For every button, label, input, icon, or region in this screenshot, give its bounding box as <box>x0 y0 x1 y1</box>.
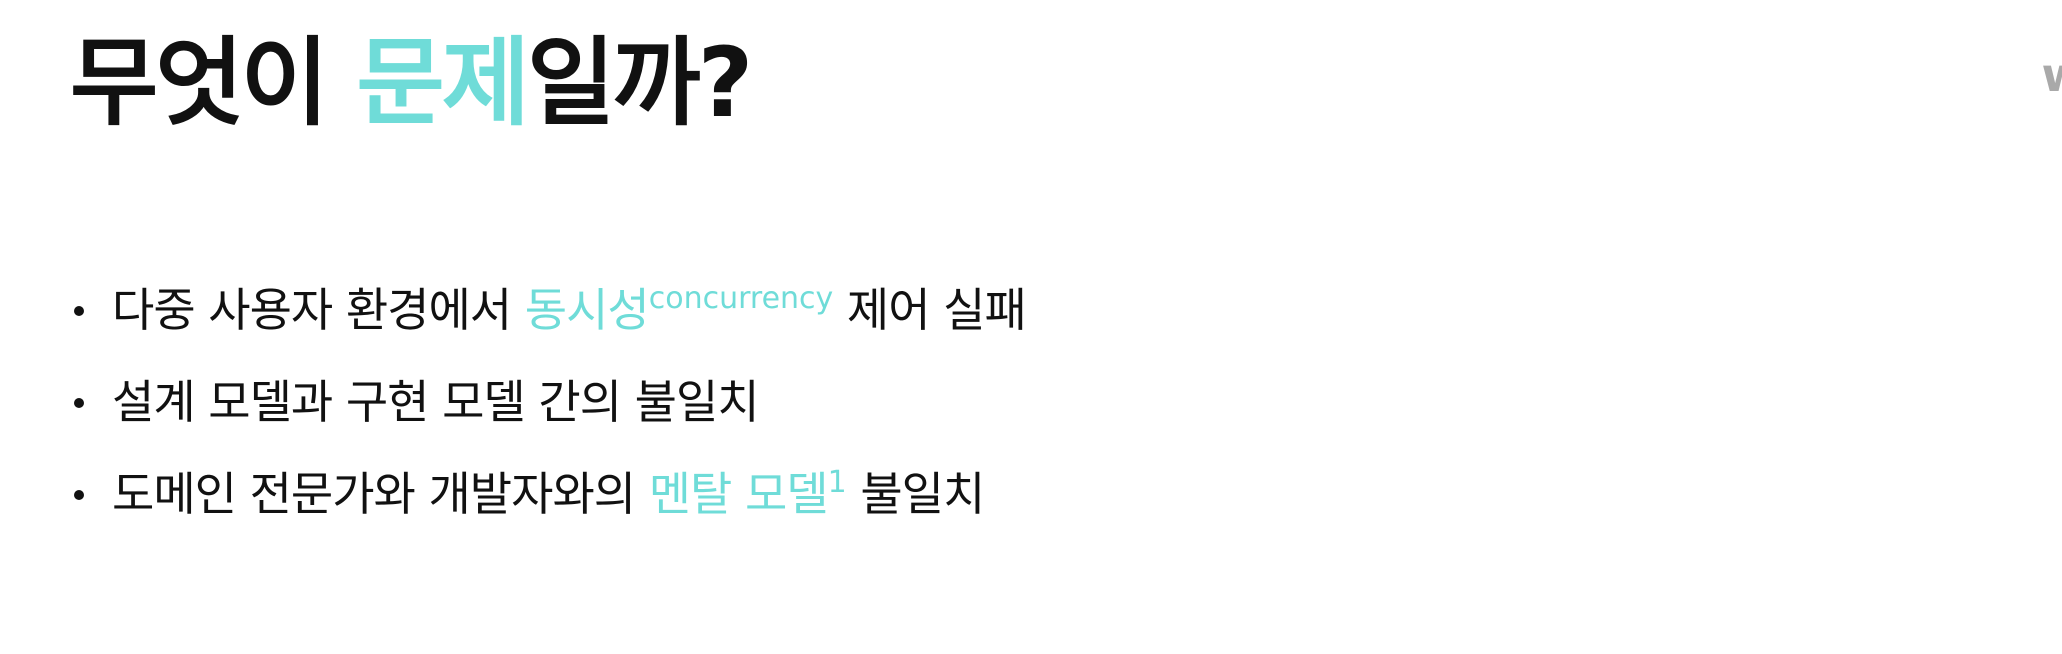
bullet-text: 제어 실패 <box>833 283 1027 337</box>
title-highlight: 문제 <box>356 27 530 139</box>
highlight-term: 멘탈 모델 <box>648 467 829 521</box>
footnote-marker: 1 <box>827 465 847 500</box>
title-suffix: 일까? <box>527 27 753 139</box>
bullet-item-mental-model: 도메인 전문가와 개발자와의 멘탈 모델1 불일치 <box>70 448 1026 540</box>
title-prefix: 무엇이 <box>70 27 357 139</box>
slide-title: 무엇이 문제일까? <box>70 27 753 139</box>
bullet-item-model-mismatch: 설계 모델과 구현 모델 간의 불일치 <box>70 356 1026 448</box>
highlight-term: 동시성 <box>524 283 650 337</box>
bullet-text: 도메인 전문가와 개발자와의 <box>112 467 649 521</box>
superscript-annotation: concurrency <box>648 281 834 316</box>
bullet-text: 다중 사용자 환경에서 <box>112 283 525 337</box>
bullet-text: 불일치 <box>846 467 985 521</box>
corner-logo-mark: w <box>2042 48 2062 102</box>
bullet-list: 다중 사용자 환경에서 동시성concurrency 제어 실패 설계 모델과 … <box>70 264 1027 540</box>
bullet-text: 설계 모델과 구현 모델 간의 불일치 <box>112 375 760 429</box>
bullet-item-concurrency: 다중 사용자 환경에서 동시성concurrency 제어 실패 <box>70 264 1027 356</box>
